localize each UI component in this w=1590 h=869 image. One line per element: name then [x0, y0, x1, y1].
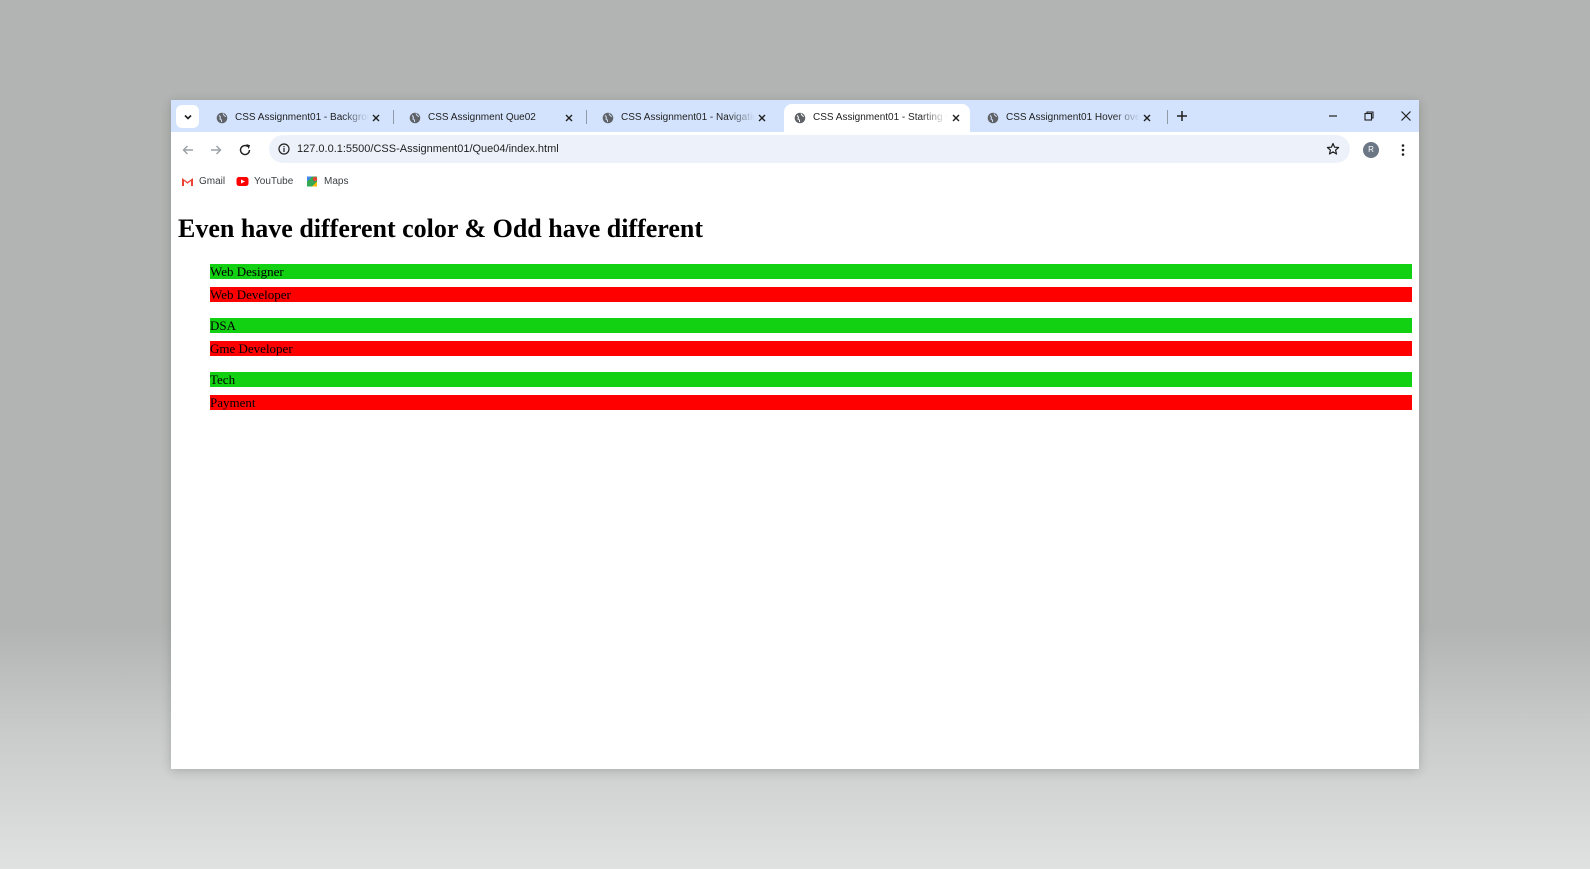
youtube-icon — [236, 176, 249, 186]
tab-que02[interactable]: CSS Assignment Que02 — [399, 104, 584, 132]
globe-icon — [987, 112, 999, 124]
close-icon[interactable] — [564, 113, 574, 123]
address-bar[interactable]: 127.0.0.1:5500/CSS-Assignment01/Que04/in… — [269, 135, 1350, 163]
list-item: Tech — [210, 372, 1412, 387]
restore-icon[interactable] — [1362, 109, 1376, 123]
tab-title: CSS Assignment01 Hover over l — [1006, 112, 1140, 123]
tab-separator — [1167, 110, 1168, 124]
maps-icon — [307, 176, 318, 186]
list-item: Web Designer — [210, 264, 1412, 279]
back-arrow-icon[interactable] — [181, 143, 195, 157]
minimize-icon[interactable] — [1326, 109, 1340, 123]
bookmarks-bar: Gmail YouTube Maps — [171, 168, 1419, 194]
forward-arrow-icon[interactable] — [209, 143, 223, 157]
tab-title: CSS Assignment Que02 — [428, 112, 536, 123]
tab-hover-over[interactable]: CSS Assignment01 Hover over l — [977, 104, 1162, 132]
more-menu-icon[interactable] — [1395, 142, 1411, 158]
site-info-icon[interactable] — [278, 143, 290, 155]
list-item: DSA — [210, 318, 1412, 333]
browser-toolbar: 127.0.0.1:5500/CSS-Assignment01/Que04/in… — [171, 132, 1419, 168]
tab-separator — [586, 110, 587, 124]
page-heading: Even have different color & Odd have dif… — [178, 214, 704, 243]
globe-icon — [216, 112, 228, 124]
bookmark-maps[interactable]: Maps — [306, 172, 348, 190]
url-text[interactable]: 127.0.0.1:5500/CSS-Assignment01/Que04/in… — [297, 135, 559, 163]
close-window-icon[interactable] — [1399, 109, 1413, 123]
tab-title: CSS Assignment01 - Starting wi — [813, 112, 947, 123]
browser-window: CSS Assignment01 - Backgroun CSS Assignm… — [171, 100, 1419, 769]
profile-avatar[interactable]: R — [1363, 142, 1379, 158]
bookmark-gmail[interactable]: Gmail — [181, 172, 225, 190]
bookmark-label: Maps — [324, 175, 349, 187]
close-icon[interactable] — [757, 113, 767, 123]
chevron-down-icon — [183, 114, 192, 120]
tab-strip: CSS Assignment01 - Backgroun CSS Assignm… — [171, 100, 1419, 132]
tab-separator — [393, 110, 394, 124]
gmail-icon — [182, 177, 193, 186]
list-item: Payment — [210, 395, 1412, 410]
list-item: Gme Developer — [210, 341, 1412, 356]
bookmark-label: YouTube — [254, 175, 294, 187]
page-content: Even have different color & Odd have dif… — [171, 194, 1419, 769]
tab-title: CSS Assignment01 - Backgroun — [235, 112, 369, 123]
close-icon[interactable] — [1142, 113, 1152, 123]
globe-icon — [602, 112, 614, 124]
reload-icon[interactable] — [238, 143, 252, 157]
new-tab-plus-icon[interactable] — [1176, 110, 1188, 122]
close-icon[interactable] — [371, 113, 381, 123]
bookmark-youtube[interactable]: YouTube — [236, 172, 293, 190]
tab-title: CSS Assignment01 - Navigation — [621, 112, 755, 123]
tab-starting-with[interactable]: CSS Assignment01 - Starting wi — [784, 104, 970, 132]
tab-navigation[interactable]: CSS Assignment01 - Navigation — [592, 104, 777, 132]
globe-icon — [409, 112, 421, 124]
bookmark-label: Gmail — [199, 175, 226, 187]
tab-background[interactable]: CSS Assignment01 - Backgroun — [206, 104, 391, 132]
tab-search-button[interactable] — [176, 105, 199, 128]
globe-icon — [794, 112, 806, 124]
close-icon[interactable] — [951, 113, 961, 123]
list-item: Web Developer — [210, 287, 1412, 302]
bookmark-star-icon[interactable] — [1326, 142, 1340, 156]
